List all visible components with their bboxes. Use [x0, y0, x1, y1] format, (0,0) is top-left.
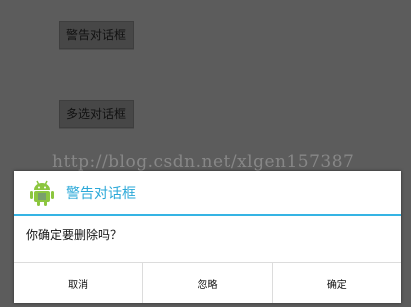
dialog-header: 警告对话框	[14, 171, 401, 214]
ignore-button[interactable]: 忽略	[142, 263, 272, 303]
alert-dialog: 警告对话框 你确定要删除吗？ 取消 忽略 确定	[14, 171, 401, 303]
dialog-button-bar: 取消 忽略 确定	[14, 262, 401, 303]
title-divider	[14, 214, 401, 216]
confirm-button[interactable]: 确定	[271, 263, 401, 303]
app-screen: 警告对话框 多选对话框 http://blog.csdn.net/xlgen15…	[0, 0, 411, 307]
multi-choice-dialog-button[interactable]: 多选对话框	[59, 100, 134, 128]
warning-dialog-button[interactable]: 警告对话框	[59, 21, 134, 49]
dialog-message: 你确定要删除吗？	[26, 228, 123, 242]
watermark-text: http://blog.csdn.net/xlgen157387	[52, 152, 355, 172]
dialog-title: 警告对话框	[66, 186, 136, 202]
android-icon	[28, 178, 56, 208]
cancel-button[interactable]: 取消	[14, 263, 143, 303]
